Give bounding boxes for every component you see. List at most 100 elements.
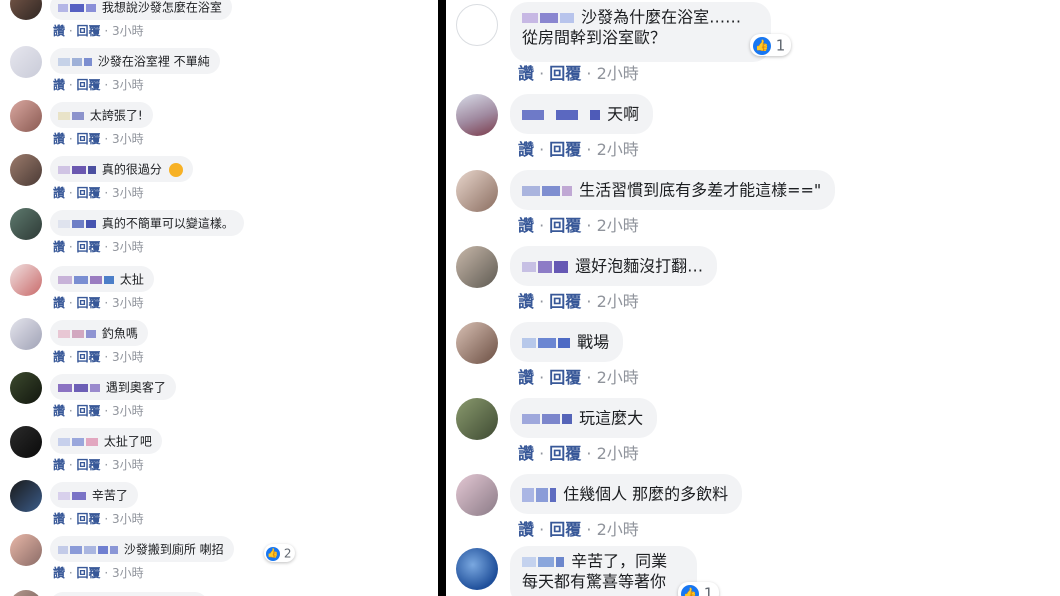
commenter-name-redacted[interactable] bbox=[522, 399, 574, 439]
comment-time[interactable]: 3小時 bbox=[112, 458, 144, 472]
avatar[interactable] bbox=[456, 94, 498, 136]
reaction-count-badge[interactable]: 👍 1 bbox=[678, 582, 720, 596]
avatar[interactable] bbox=[10, 264, 42, 296]
comment-time[interactable]: 3小時 bbox=[112, 350, 144, 364]
avatar[interactable] bbox=[456, 398, 498, 440]
avatar[interactable] bbox=[10, 154, 42, 186]
reply-link[interactable]: 回覆 bbox=[549, 292, 581, 311]
comment-time[interactable]: 3小時 bbox=[112, 296, 144, 310]
avatar[interactable] bbox=[10, 480, 42, 512]
commenter-name-redacted[interactable] bbox=[522, 552, 566, 572]
like-link[interactable]: 讚 bbox=[53, 132, 65, 146]
reply-link[interactable]: 回覆 bbox=[549, 520, 581, 539]
avatar[interactable] bbox=[456, 322, 498, 364]
like-link[interactable]: 讚 bbox=[53, 240, 65, 254]
avatar[interactable] bbox=[10, 534, 42, 566]
reply-link[interactable]: 回覆 bbox=[77, 404, 101, 418]
avatar[interactable] bbox=[10, 318, 42, 350]
like-link[interactable]: 讚 bbox=[53, 296, 65, 310]
like-link[interactable]: 讚 bbox=[53, 186, 65, 200]
avatar[interactable] bbox=[10, 426, 42, 458]
reply-link[interactable]: 回覆 bbox=[77, 458, 101, 472]
reply-link[interactable]: 回覆 bbox=[549, 444, 581, 463]
commenter-name-redacted[interactable] bbox=[522, 323, 572, 363]
commenter-name-redacted[interactable] bbox=[522, 171, 574, 211]
commenter-name-redacted[interactable] bbox=[522, 247, 570, 287]
comment-time[interactable]: 3小時 bbox=[112, 240, 144, 254]
commenter-name-redacted[interactable] bbox=[58, 0, 98, 21]
comment-time[interactable]: 2小時 bbox=[597, 292, 639, 311]
comment-time[interactable]: 2小時 bbox=[597, 64, 639, 83]
commenter-name-redacted[interactable] bbox=[58, 429, 100, 455]
like-link[interactable]: 讚 bbox=[518, 216, 534, 235]
comment-time[interactable]: 3小時 bbox=[112, 566, 144, 580]
like-link[interactable]: 讚 bbox=[53, 350, 65, 364]
avatar[interactable] bbox=[456, 170, 498, 212]
reply-link[interactable]: 回覆 bbox=[77, 78, 101, 92]
comment-bubble: 真的不簡單可以變這樣。 bbox=[50, 210, 244, 236]
commenter-name-redacted[interactable] bbox=[58, 157, 98, 183]
comment-time[interactable]: 3小時 bbox=[112, 186, 144, 200]
commenter-name-redacted[interactable] bbox=[522, 95, 602, 135]
commenter-name-redacted[interactable] bbox=[58, 483, 88, 509]
avatar[interactable] bbox=[10, 100, 42, 132]
comment-time[interactable]: 3小時 bbox=[112, 78, 144, 92]
commenter-name-redacted[interactable] bbox=[58, 267, 116, 293]
comment-time[interactable]: 3小時 bbox=[112, 132, 144, 146]
reply-link[interactable]: 回覆 bbox=[77, 132, 101, 146]
commenter-name-redacted[interactable] bbox=[522, 475, 558, 515]
like-link[interactable]: 讚 bbox=[518, 64, 534, 83]
avatar[interactable] bbox=[456, 246, 498, 288]
like-link[interactable]: 讚 bbox=[53, 24, 65, 38]
reply-link[interactable]: 回覆 bbox=[77, 24, 101, 38]
comment-actions: 讚 · 回覆 · 3小時 bbox=[53, 566, 144, 580]
commenter-name-redacted[interactable] bbox=[522, 8, 576, 28]
avatar[interactable] bbox=[456, 548, 498, 590]
reaction-count-badge[interactable]: 👍 2 bbox=[264, 544, 296, 562]
avatar[interactable] bbox=[10, 372, 42, 404]
reply-link[interactable]: 回覆 bbox=[77, 512, 101, 526]
like-link[interactable]: 讚 bbox=[53, 78, 65, 92]
avatar[interactable] bbox=[456, 474, 498, 516]
avatar[interactable] bbox=[10, 46, 42, 78]
reply-link[interactable]: 回覆 bbox=[77, 186, 101, 200]
avatar[interactable] bbox=[456, 4, 498, 46]
comment-time[interactable]: 3小時 bbox=[112, 512, 144, 526]
avatar[interactable] bbox=[10, 0, 42, 20]
comment-time[interactable]: 2小時 bbox=[597, 216, 639, 235]
comment-time[interactable]: 2小時 bbox=[597, 368, 639, 387]
reply-link[interactable]: 回覆 bbox=[549, 64, 581, 83]
comment-time[interactable]: 3小時 bbox=[112, 404, 144, 418]
like-link[interactable]: 讚 bbox=[53, 404, 65, 418]
reply-link[interactable]: 回覆 bbox=[77, 240, 101, 254]
avatar[interactable] bbox=[10, 208, 42, 240]
comment-text: 太誇張了! bbox=[89, 108, 143, 123]
reply-link[interactable]: 回覆 bbox=[549, 368, 581, 387]
like-link[interactable]: 讚 bbox=[518, 368, 534, 387]
reply-link[interactable]: 回覆 bbox=[77, 350, 101, 364]
commenter-name-redacted[interactable] bbox=[58, 49, 94, 75]
commenter-name-redacted[interactable] bbox=[58, 375, 102, 401]
comment-time[interactable]: 2小時 bbox=[597, 520, 639, 539]
like-link[interactable]: 讚 bbox=[53, 458, 65, 472]
reaction-count-badge[interactable]: 👍 1 bbox=[750, 34, 792, 56]
commenter-name-redacted[interactable] bbox=[58, 321, 98, 347]
comment-time[interactable]: 3小時 bbox=[112, 24, 144, 38]
comment-item: 生活習慣到底有多差才能這樣==" 讚 · 回覆 · 2小時 bbox=[446, 170, 1060, 235]
reply-link[interactable]: 回覆 bbox=[77, 566, 101, 580]
comment-time[interactable]: 2小時 bbox=[597, 444, 639, 463]
avatar[interactable] bbox=[10, 590, 42, 596]
comment-time[interactable]: 2小時 bbox=[597, 140, 639, 159]
commenter-name-redacted[interactable] bbox=[58, 537, 120, 563]
like-link[interactable]: 讚 bbox=[53, 566, 65, 580]
like-link[interactable]: 讚 bbox=[53, 512, 65, 526]
commenter-name-redacted[interactable] bbox=[58, 103, 86, 129]
like-link[interactable]: 讚 bbox=[518, 140, 534, 159]
like-link[interactable]: 讚 bbox=[518, 520, 534, 539]
commenter-name-redacted[interactable] bbox=[58, 211, 98, 237]
reply-link[interactable]: 回覆 bbox=[77, 296, 101, 310]
reply-link[interactable]: 回覆 bbox=[549, 216, 581, 235]
reply-link[interactable]: 回覆 bbox=[549, 140, 581, 159]
like-link[interactable]: 讚 bbox=[518, 444, 534, 463]
like-link[interactable]: 讚 bbox=[518, 292, 534, 311]
